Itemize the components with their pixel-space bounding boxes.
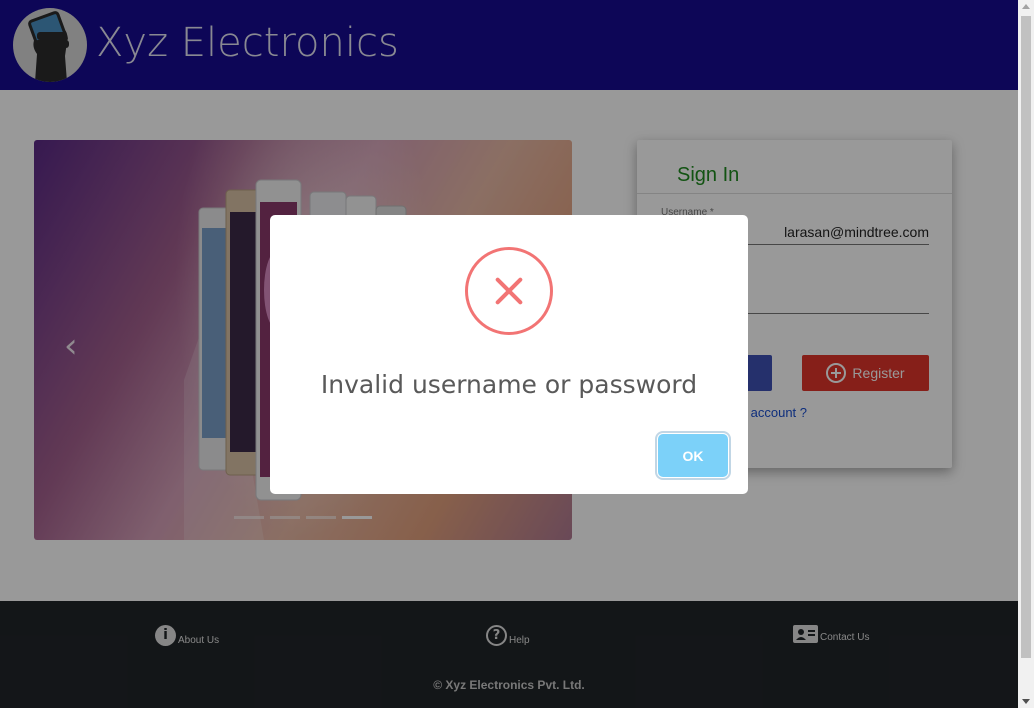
scroll-down-icon[interactable] <box>1022 699 1030 704</box>
scroll-up-icon[interactable] <box>1022 4 1030 9</box>
page-scrollbar[interactable] <box>1018 0 1034 708</box>
ok-button[interactable]: OK <box>658 434 728 477</box>
scroll-thumb[interactable] <box>1021 16 1031 658</box>
error-message: Invalid username or password <box>320 370 698 399</box>
error-x-icon <box>465 247 553 335</box>
error-dialog: Invalid username or password OK <box>270 215 748 494</box>
